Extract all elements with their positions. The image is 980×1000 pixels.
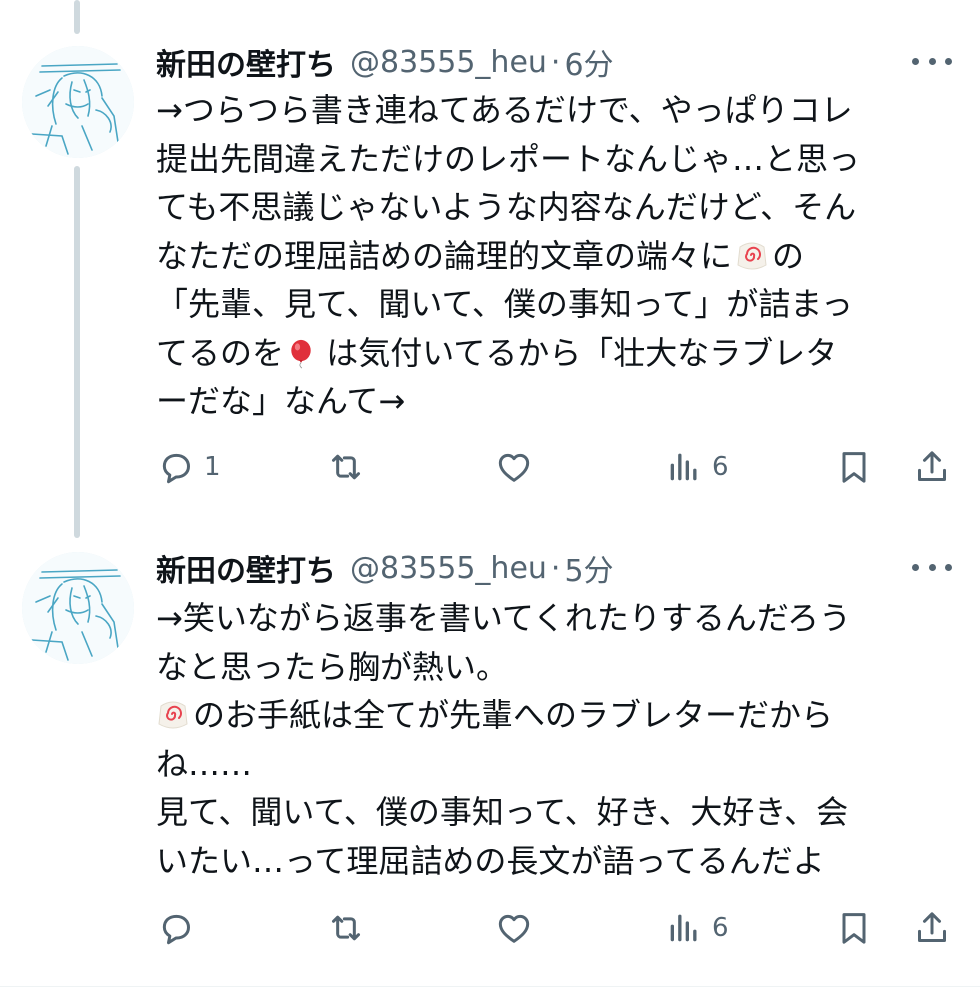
text-line: 見て、聞いて、僕の事知って、好き、大好き、会 (156, 793, 849, 831)
view-count: 6 (712, 452, 729, 482)
user-handle[interactable]: @83555_heu (350, 45, 547, 80)
thread-connector-top (74, 0, 80, 34)
text-line: なただの理屈詰めの論理的文章の端々にの (156, 232, 946, 281)
views-chart-icon (670, 453, 697, 481)
avatar-sketch-image (22, 552, 134, 664)
reply-button[interactable] (156, 904, 196, 952)
bookmark-icon (842, 913, 866, 944)
display-name[interactable]: 新田の壁打ち (156, 546, 336, 590)
bookmark-button[interactable] (834, 904, 874, 952)
tweet-header: 新田の壁打ち @83555_heu · 5分 (156, 544, 614, 592)
divider (0, 986, 980, 987)
text-line: 提出先間違えただけのレポートなんじゃ…と思っ (156, 139, 861, 178)
text-segment: の (772, 236, 805, 275)
separator: · (550, 550, 561, 586)
text-line: ても不思議じゃないような内容なんだけど、そん (156, 188, 857, 226)
view-count: 6 (712, 913, 729, 943)
text-line: なと思ったら胸が熱い。 (156, 647, 509, 686)
heart-icon (498, 914, 530, 943)
more-dots-icon[interactable] (912, 46, 952, 76)
share-icon (918, 912, 946, 942)
text-segment: のお手紙は全てが先輩へのラブレターだから (193, 696, 834, 734)
user-handle[interactable]: @83555_heu (350, 551, 547, 586)
views-button[interactable]: 6 (664, 443, 729, 491)
share-button[interactable] (912, 904, 952, 952)
tweet-actions: 1 6 (0, 443, 980, 491)
text-line: てるのを は気付いてるから「壮大なラブレタ (156, 329, 946, 378)
fishcake-swirl-emoji (737, 242, 767, 269)
text-segment: なただの理屈詰めの論理的文章の端々に (156, 236, 733, 275)
reply-icon (162, 453, 190, 484)
like-button[interactable] (494, 443, 534, 491)
retweet-icon (332, 454, 360, 480)
tweet[interactable]: 新田の壁打ち @83555_heu · 6分 →つらつら書き連ねてあるだけで、や… (0, 38, 980, 508)
text-line: 「先輩、見て、聞いて、僕の事知って」が詰まっ (156, 285, 853, 323)
reply-button[interactable]: 1 (156, 443, 221, 491)
separator: · (550, 44, 561, 80)
timestamp[interactable]: 5分 (564, 546, 613, 590)
text-line: →笑いながら返事を書いてくれたりするんだろう (156, 599, 851, 637)
red-balloon-emoji (291, 339, 311, 368)
tweet-text: →つらつら書き連ねてあるだけで、やっぱりコレ 提出先間違えただけのレポートなんじ… (156, 86, 946, 426)
share-button[interactable] (912, 443, 952, 491)
tweet[interactable]: 新田の壁打ち @83555_heu · 5分 →笑いながら返事を書いてくれたりす… (0, 544, 980, 984)
bookmark-button[interactable] (834, 443, 874, 491)
text-line: ね…… (156, 744, 253, 783)
text-line: →つらつら書き連ねてあるだけで、やっぱりコレ (156, 91, 853, 129)
reply-count: 1 (204, 452, 221, 482)
fishcake-swirl-emoji (158, 701, 188, 729)
timestamp[interactable]: 6分 (564, 40, 613, 84)
text-line: ーだな」なんて→ (156, 382, 406, 420)
text-line: いたい…って理屈詰めの長文が語ってるんだよ (156, 841, 825, 880)
tweet-header: 新田の壁打ち @83555_heu · 6分 (156, 38, 614, 86)
share-icon (918, 451, 946, 481)
retweet-icon (332, 915, 360, 941)
like-button[interactable] (494, 904, 534, 952)
text-segment: てるのを (156, 333, 285, 372)
retweet-button[interactable] (326, 904, 366, 952)
avatar-sketch-image (22, 46, 134, 158)
tweet-actions: 6 (0, 904, 980, 952)
retweet-button[interactable] (326, 443, 366, 491)
text-line: のお手紙は全てが先輩へのラブレターだから (156, 691, 946, 740)
heart-icon (498, 453, 530, 482)
more-dots-icon[interactable] (912, 552, 952, 582)
display-name[interactable]: 新田の壁打ち (156, 40, 336, 84)
avatar[interactable] (22, 46, 134, 158)
tweet-text: →笑いながら返事を書いてくれたりするんだろう なと思ったら胸が熱い。 のお手紙は… (156, 594, 946, 885)
reply-icon (162, 914, 190, 945)
avatar[interactable] (22, 552, 134, 664)
text-segment: は気付いてるから「壮大なラブレタ (316, 333, 838, 372)
bookmark-icon (842, 452, 866, 483)
views-chart-icon (670, 914, 697, 942)
views-button[interactable]: 6 (664, 904, 729, 952)
